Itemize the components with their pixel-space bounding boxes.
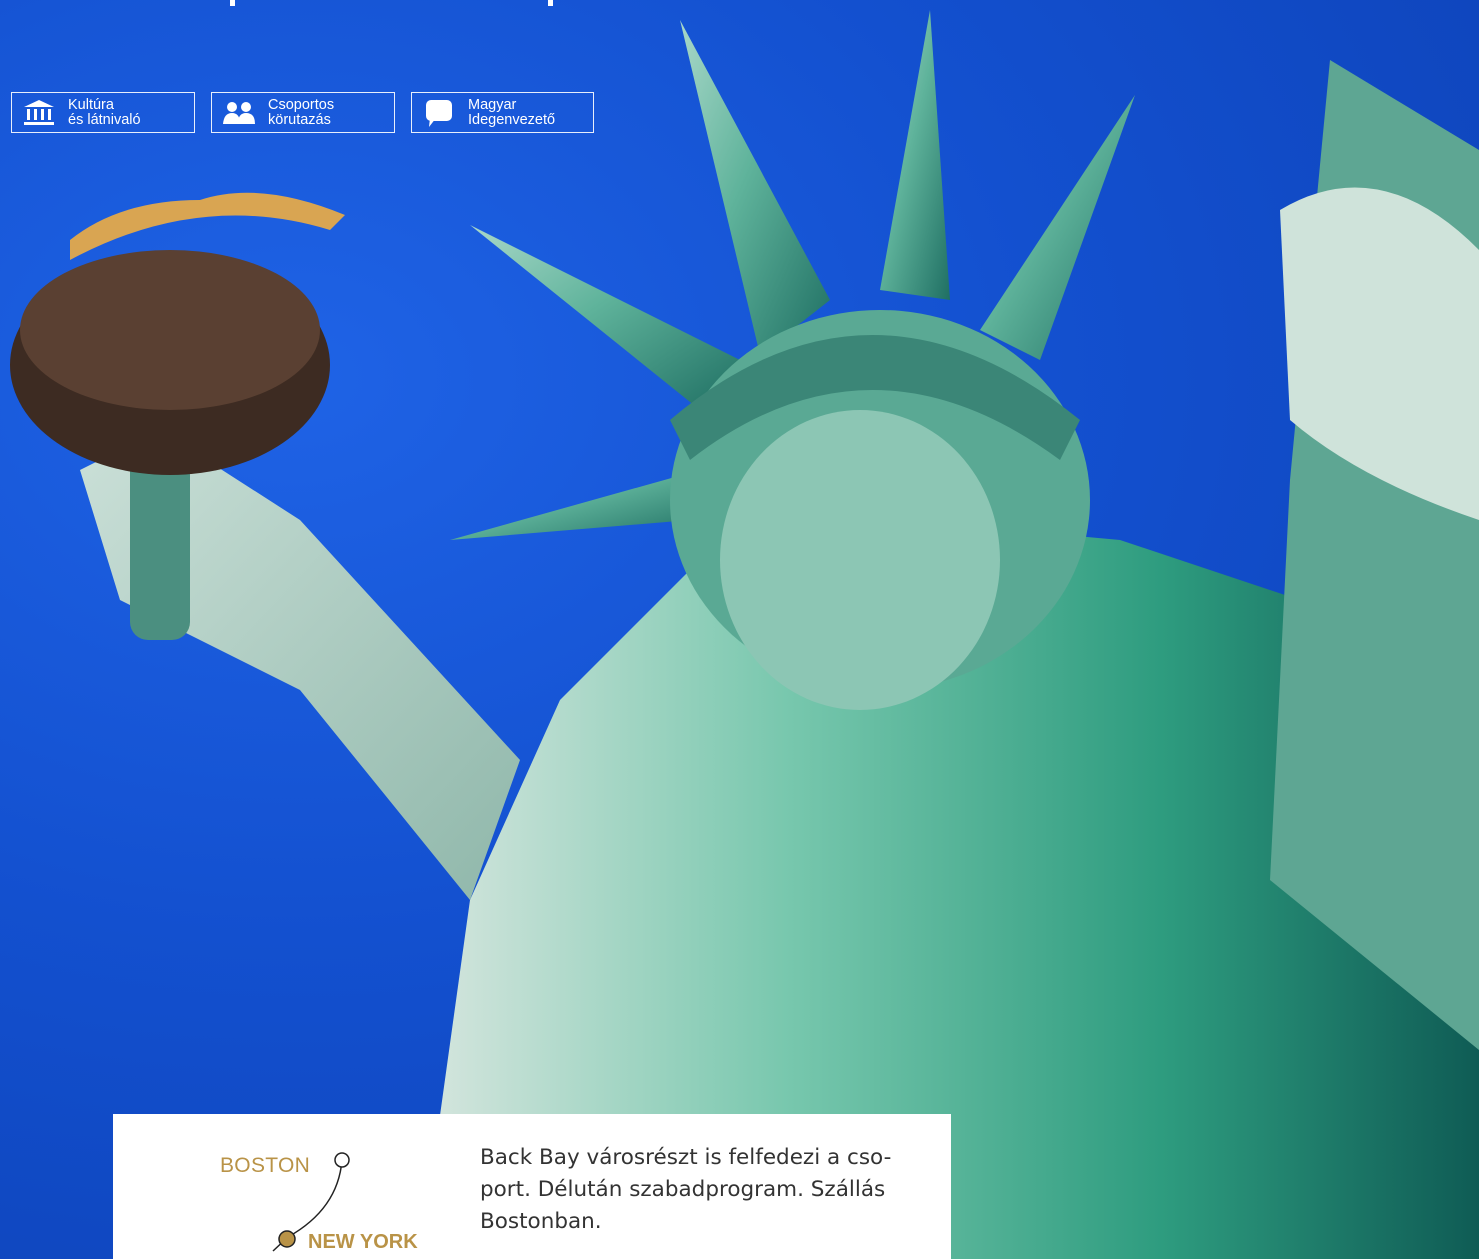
badge-culture-line2: és látnivaló	[68, 111, 141, 128]
description-line: Bostonban.	[480, 1209, 602, 1234]
badge-group-tour-line2: körutazás	[268, 111, 331, 128]
badge-hungarian-guide[interactable]: Magyar Idegenvezető	[411, 92, 594, 133]
badge-group-tour-label: Csoportos körutazás	[268, 96, 335, 128]
heading-glyph-stubs	[230, 0, 553, 6]
torch-flame	[70, 192, 345, 260]
feature-badges: Kultúra és látnivaló Csoportos körutazás…	[11, 92, 594, 133]
route-point-new-york	[278, 1230, 296, 1248]
city-boston-label: BOSTON	[220, 1154, 311, 1177]
speech-bubble-icon	[422, 98, 456, 128]
badge-group-tour-line1: Csoportos	[268, 96, 335, 113]
badge-culture[interactable]: Kultúra és látnivaló	[11, 92, 195, 133]
description-line: Back Bay városrészt is felfedezi a cso-	[480, 1145, 892, 1170]
museum-icon	[22, 98, 56, 128]
itinerary-panel: BOSTON NEW YORK Back Bay városrészt is f…	[113, 1114, 951, 1259]
statue-of-liberty-photo	[0, 0, 1479, 1259]
badge-culture-line1: Kultúra	[68, 96, 114, 113]
description-line: port. Délután szabadprogram. Szállás	[480, 1177, 886, 1202]
city-new-york-label: NEW YORK	[308, 1231, 418, 1253]
route-map	[272, 1152, 350, 1252]
cropped-heading-fragment	[190, 0, 590, 33]
group-icon	[222, 98, 256, 128]
badge-hungarian-guide-label: Magyar Idegenvezető	[468, 96, 556, 128]
badge-hungarian-guide-line2: Idegenvezető	[468, 111, 556, 128]
statue-illustration	[10, 10, 1479, 1259]
itinerary-description: Back Bay városrészt is felfedezi a cso- …	[480, 1142, 930, 1238]
badge-hungarian-guide-line1: Magyar	[468, 96, 517, 113]
badge-culture-label: Kultúra és látnivaló	[68, 96, 141, 128]
badge-group-tour[interactable]: Csoportos körutazás	[211, 92, 395, 133]
route-point-boston	[334, 1152, 350, 1168]
